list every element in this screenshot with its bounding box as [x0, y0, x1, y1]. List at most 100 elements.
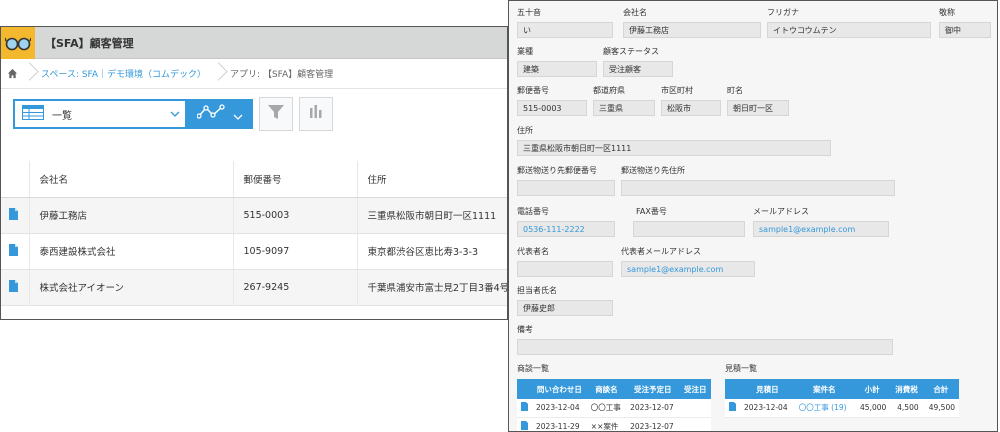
field-label: 代表者メールアドレス	[621, 247, 701, 256]
table-header-row: 会社名 郵便番号 住所	[1, 161, 507, 198]
doc-icon[interactable]	[517, 399, 532, 418]
cell-tax: 4,500	[890, 399, 923, 418]
field-label: 町名	[727, 86, 743, 95]
cell-address: 千葉県浦安市富士見2丁目3番4号	[356, 269, 507, 306]
quotes-col-tax: 消費税	[890, 379, 923, 399]
cell-deal-name: 〇〇工事	[586, 399, 627, 418]
record-detail-icon[interactable]	[1, 269, 29, 306]
cell-address: 東京都渋谷区恵比寿3-3-3	[356, 233, 507, 270]
filter-icon	[267, 103, 285, 125]
field-label: 敬称	[939, 8, 955, 17]
quotes-section: 見積一覧	[725, 363, 925, 375]
deals-col-inquiry-date: 問い合わせ日	[532, 379, 587, 399]
field-value: 515-0003	[517, 100, 587, 116]
list-view-icon	[22, 104, 44, 124]
column-header-company[interactable]: 会社名	[28, 161, 233, 198]
doc-icon[interactable]	[517, 417, 532, 431]
home-icon[interactable]	[1, 68, 23, 79]
table-row[interactable]: 2023-12-04 〇〇工事 (19) 45,000 4,500 49,500	[725, 399, 959, 418]
field-label: 備考	[517, 325, 533, 334]
table-row[interactable]: 2023-12-04 〇〇工事 2023-12-07	[517, 399, 711, 418]
field-value: 御中	[939, 22, 991, 38]
field-label: 顧客ステータス	[603, 47, 659, 56]
field-label: 会社名	[623, 8, 647, 17]
record-detail-icon[interactable]	[1, 197, 29, 234]
field-label: 郵便番号	[517, 86, 549, 95]
table-row[interactable]: 株式会社アイオーン 267-9245 千葉県浦安市富士見2丁目3番4号	[1, 269, 507, 306]
deals-table: 問い合わせ日 商談名 受注予定日 受注日 2023-12-04 〇〇工事 202…	[517, 379, 711, 431]
field-value	[633, 221, 745, 237]
cell-subtotal: 45,000	[853, 399, 891, 418]
field-value: 建築	[517, 61, 597, 77]
app-icon[interactable]	[1, 27, 35, 59]
field-label: メールアドレス	[753, 207, 809, 216]
field-value: 朝日町一区	[727, 100, 789, 116]
table-row[interactable]: 伊藤工務店 515-0003 三重県松阪市朝日町一区1111	[1, 197, 507, 234]
cell-inquiry-date: 2023-12-04	[532, 399, 587, 418]
field-shipping-address: 郵送物送り先住所	[621, 165, 895, 196]
quotes-col-total: 合計	[922, 379, 959, 399]
cell-company: 泰西建設株式会社	[28, 233, 233, 270]
doc-icon[interactable]	[725, 399, 740, 418]
filter-button[interactable]	[259, 97, 293, 131]
email-link[interactable]: sample1@example.com	[753, 221, 889, 237]
app-title: 【SFA】顧客管理	[45, 36, 134, 50]
field-fax: FAX番号	[633, 206, 745, 237]
field-city: 市区町村 松阪市	[661, 85, 721, 116]
cell-order-date	[679, 399, 711, 418]
deals-col-deal-name: 商談名	[586, 379, 627, 399]
field-honorific: 敬称 御中	[939, 7, 991, 38]
field-owner: 担当者氏名 伊藤史郎	[517, 285, 613, 316]
quote-project-link[interactable]: 〇〇工事 (19)	[794, 399, 854, 418]
breadcrumb-separator	[23, 59, 35, 89]
breadcrumb-app[interactable]: アプリ: 【SFA】顧客管理	[224, 67, 339, 80]
view-select-label: 一覧	[52, 110, 72, 122]
breadcrumb: スペース: SFA｜デモ環境（コムデック） アプリ: 【SFA】顧客管理	[1, 59, 507, 89]
record-detail-icon[interactable]	[1, 233, 29, 270]
field-zip: 郵便番号 515-0003	[517, 85, 587, 116]
column-header-address[interactable]: 住所	[356, 161, 507, 198]
quotes-col-date: 見積日	[740, 379, 795, 399]
field-value: 伊藤工務店	[623, 22, 761, 38]
breadcrumb-space[interactable]: スペース: SFA｜デモ環境（コムデック）	[35, 67, 212, 80]
view-select[interactable]: 一覧	[13, 99, 187, 129]
deals-section: 商談一覧	[517, 363, 717, 375]
cell-expected-date: 2023-12-07	[626, 417, 680, 431]
field-value	[621, 180, 895, 196]
table-row[interactable]: 2023-11-29 ××案件 2023-12-07	[517, 417, 711, 431]
field-value: 松阪市	[661, 100, 721, 116]
cell-zip: 105-9097	[232, 233, 357, 270]
rep-email-link[interactable]: sample1@example.com	[621, 261, 755, 277]
field-label: 郵送物送り先住所	[621, 166, 685, 175]
breadcrumb-separator	[212, 59, 224, 89]
cell-inquiry-date: 2023-11-29	[532, 417, 587, 431]
deals-col-expected-date: 受注予定日	[626, 379, 680, 399]
field-phone: 電話番号 0536-111-2222	[517, 206, 615, 237]
field-label: 都道府県	[593, 86, 625, 95]
field-furigana: フリガナ イトウコウムテン	[767, 7, 931, 38]
cell-deal-name: ××案件	[586, 417, 627, 431]
table-row[interactable]: 泰西建設株式会社 105-9097 東京都渋谷区恵比寿3-3-3	[1, 233, 507, 270]
column-header-zip[interactable]: 郵便番号	[232, 161, 357, 198]
cell-total: 49,500	[922, 399, 959, 418]
field-label: 業種	[517, 47, 533, 56]
field-company: 会社名 伊藤工務店	[623, 7, 761, 38]
field-value: 受注顧客	[603, 61, 673, 77]
field-label: 住所	[517, 126, 533, 135]
quotes-col-project: 案件名	[794, 379, 854, 399]
quotes-label: 見積一覧	[725, 364, 757, 373]
toolbar: 一覧	[1, 89, 507, 139]
list-view-window: 【SFA】顧客管理 スペース: SFA｜デモ環境（コムデック） アプリ: 【SF…	[0, 26, 508, 320]
field-address: 住所 三重県松阪市朝日町一区1111	[517, 125, 831, 156]
cell-expected-date: 2023-12-07	[626, 399, 680, 418]
deals-label: 商談一覧	[517, 364, 549, 373]
graph-menu-button[interactable]	[187, 99, 253, 129]
graph-button[interactable]	[299, 97, 333, 131]
field-notes: 備考	[517, 324, 893, 355]
field-customer-status: 顧客ステータス 受注顧客	[603, 46, 673, 77]
field-town: 町名 朝日町一区	[727, 85, 789, 116]
phone-link[interactable]: 0536-111-2222	[517, 221, 615, 237]
field-prefecture: 都道府県 三重県	[593, 85, 655, 116]
record-detail-window: 五十音 い 会社名 伊藤工務店 フリガナ イトウコウムテン 敬称 御中 業種 建…	[508, 0, 998, 432]
field-representative-email: 代表者メールアドレス sample1@example.com	[621, 246, 755, 277]
